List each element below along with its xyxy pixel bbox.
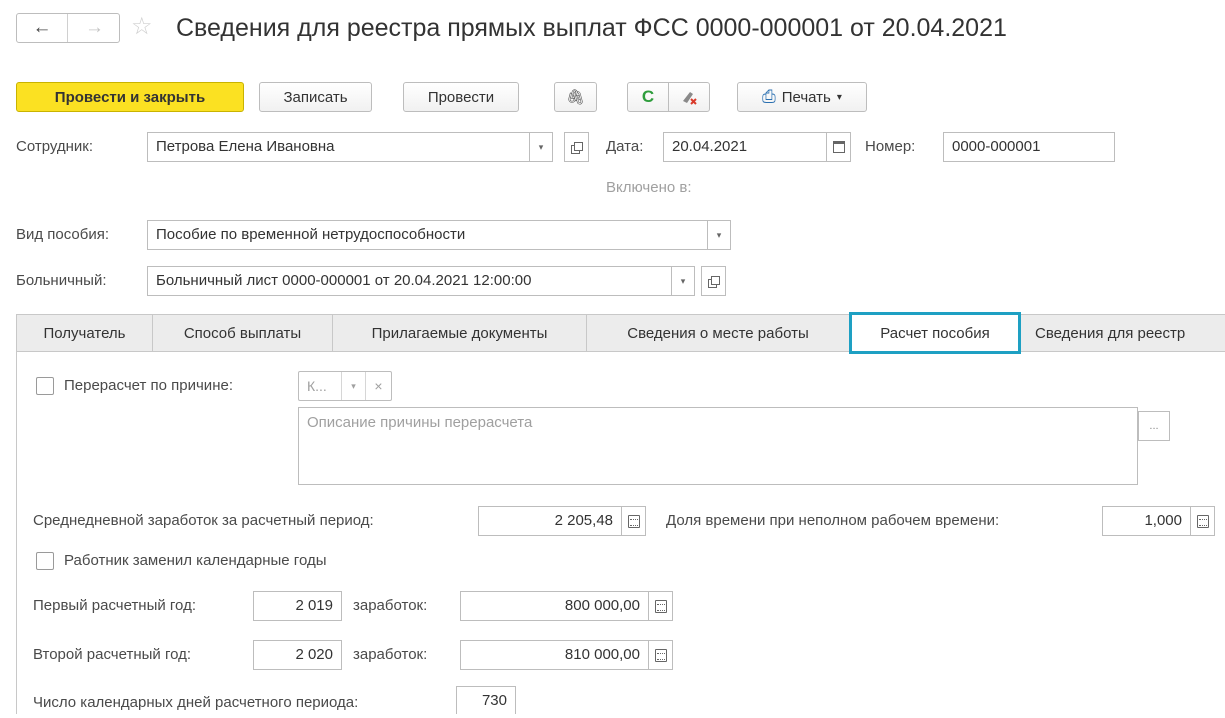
parttime-calculator-button[interactable] (1190, 506, 1215, 536)
refresh-button[interactable]: C (627, 82, 669, 112)
date-label: Дата: (606, 138, 644, 155)
tab-workplace-info[interactable]: Сведения о месте работы (586, 314, 850, 351)
recalc-reason-value: К... (299, 372, 342, 400)
forward-button[interactable]: → (69, 14, 120, 42)
open-window-icon (708, 275, 720, 288)
included-in-label: Включено в: (606, 179, 692, 196)
page-title: Сведения для реестра прямых выплат ФСС 0… (176, 14, 1007, 42)
chevron-down-icon: ▾ (680, 275, 686, 286)
navigation-buttons: ← → (16, 13, 120, 43)
ellipsis-icon: ... (1149, 420, 1159, 432)
chevron-down-icon: ▾ (716, 229, 722, 240)
calculator-icon (654, 648, 667, 662)
benefit-type-label: Вид пособия: (16, 226, 110, 243)
recalc-label: Перерасчет по причине: (64, 377, 233, 394)
year1-earnings-input[interactable]: 800 000,00 (460, 591, 649, 621)
avg-earnings-calculator-button[interactable] (621, 506, 646, 536)
calculator-icon (627, 514, 640, 528)
print-button[interactable]: ⎙ Печать ▾ (737, 82, 867, 112)
replaced-years-label: Работник заменил календарные годы (64, 552, 327, 569)
calendar-icon (832, 141, 845, 153)
benefit-type-input[interactable]: Пособие по временной нетрудоспособности (147, 220, 708, 250)
avg-earnings-input[interactable]: 2 205,48 (478, 506, 622, 536)
number-input[interactable]: 0000-000001 (943, 132, 1115, 162)
year1-earnings-label: заработок: (353, 597, 428, 614)
calculator-icon (654, 599, 667, 613)
tab-registry-info[interactable]: Сведения для реестр (1020, 314, 1225, 351)
year1-calculator-button[interactable] (648, 591, 673, 621)
sick-leave-dropdown-button[interactable]: ▾ (671, 266, 695, 296)
chevron-down-icon[interactable]: ▾ (342, 372, 366, 400)
sick-leave-open-button[interactable] (701, 266, 726, 296)
calendar-days-input[interactable]: 730 (456, 686, 516, 714)
year2-earnings-input[interactable]: 810 000,00 (460, 640, 649, 670)
year2-input[interactable]: 2 020 (253, 640, 342, 670)
post-button[interactable]: Провести (403, 82, 519, 112)
chevron-down-icon: ▾ (538, 141, 544, 152)
sick-leave-label: Больничный: (16, 272, 107, 289)
year2-calculator-button[interactable] (648, 640, 673, 670)
tab-bar: Получатель Способ выплаты Прилагаемые до… (16, 312, 1225, 354)
year2-label: Второй расчетный год: (33, 646, 192, 663)
parttime-label: Доля времени при неполном рабочем времен… (666, 512, 1000, 529)
print-button-label: Печать (781, 88, 831, 106)
avg-earnings-label: Среднедневной заработок за расчетный пер… (33, 512, 374, 529)
year1-input[interactable]: 2 019 (253, 591, 342, 621)
number-label: Номер: (865, 138, 916, 155)
tab-benefit-calculation[interactable]: Расчет пособия (849, 312, 1021, 354)
paperclip-icon: 🖇 (565, 89, 586, 106)
recalc-reason-description[interactable]: Описание причины перерасчета (298, 407, 1138, 485)
arrow-right-icon: → (85, 17, 104, 38)
employee-input[interactable]: Петрова Елена Ивановна (147, 132, 530, 162)
employee-label: Сотрудник: (16, 138, 94, 155)
eraser-icon (683, 92, 697, 105)
clear-fields-button[interactable] (668, 82, 710, 112)
recalc-checkbox[interactable] (36, 377, 54, 395)
date-picker-button[interactable] (826, 132, 851, 162)
tab-recipient[interactable]: Получатель (16, 314, 153, 351)
attach-button[interactable]: 🖇 (554, 82, 597, 112)
employee-dropdown-button[interactable]: ▾ (529, 132, 553, 162)
printer-icon: ⎙ (762, 87, 776, 106)
chevron-down-icon: ▾ (836, 91, 842, 103)
year1-label: Первый расчетный год: (33, 597, 196, 614)
employee-open-button[interactable] (564, 132, 589, 162)
open-window-icon (571, 141, 583, 154)
back-button[interactable]: ← (17, 14, 68, 42)
clear-icon[interactable]: × (366, 372, 391, 400)
favorite-star-icon[interactable]: ☆ (131, 13, 153, 41)
benefit-type-dropdown-button[interactable]: ▾ (707, 220, 731, 250)
calculator-icon (1196, 514, 1209, 528)
save-button[interactable]: Записать (259, 82, 372, 112)
sick-leave-input[interactable]: Больничный лист 0000-000001 от 20.04.202… (147, 266, 672, 296)
replaced-years-checkbox[interactable] (36, 552, 54, 570)
post-and-close-button[interactable]: Провести и закрыть (16, 82, 244, 112)
parttime-input[interactable]: 1,000 (1102, 506, 1191, 536)
tab-attached-documents[interactable]: Прилагаемые документы (332, 314, 587, 351)
reason-select-button[interactable]: ... (1138, 411, 1170, 441)
date-input[interactable]: 20.04.2021 (663, 132, 827, 162)
tab-payment-method[interactable]: Способ выплаты (152, 314, 333, 351)
year2-earnings-label: заработок: (353, 646, 428, 663)
refresh-icon: C (641, 87, 655, 106)
recalc-reason-select[interactable]: К... ▾ × (298, 371, 392, 401)
arrow-left-icon: ← (32, 17, 52, 38)
